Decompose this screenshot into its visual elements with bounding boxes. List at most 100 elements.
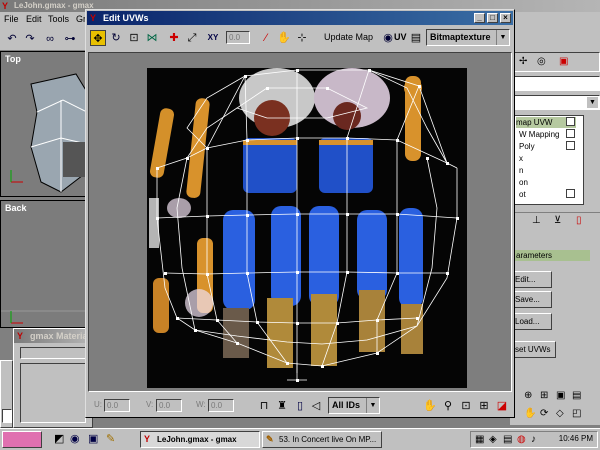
pan-icon[interactable]: ✋ <box>422 398 438 414</box>
object-name-field[interactable] <box>514 76 600 91</box>
close-button[interactable]: × <box>500 13 511 23</box>
clock[interactable]: 10:46 PM <box>559 434 593 443</box>
chevron-down-icon[interactable]: ▼ <box>366 398 379 413</box>
taskbar-item-media-player[interactable]: ✎ 53. In Concert live On MP... <box>262 431 382 448</box>
maximize-button[interactable]: □ <box>487 13 498 23</box>
material-slot-area[interactable] <box>20 363 86 423</box>
show-desktop-icon[interactable]: ◩ <box>54 432 64 445</box>
pan-icon[interactable]: ✋ <box>524 408 536 419</box>
viewport-nav-controls: ⊕ ⊞ ▣ ▤ ✋ ⟳ ◇ ◰ <box>524 388 600 426</box>
chevron-down-icon[interactable]: ▼ <box>587 97 598 108</box>
taskbar: ◩ ◉ ▣ ✎ Y LeJohn.gmax - gmax ✎ 53. In Co… <box>0 428 600 450</box>
w-label: W: <box>196 400 206 409</box>
zoom-extents-all-icon[interactable]: ▤ <box>572 390 581 401</box>
modifier-stack-item[interactable]: x <box>519 153 523 164</box>
properties-icon[interactable]: ▤ <box>408 30 424 46</box>
falloff-spinner[interactable]: 0.0 <box>226 31 250 44</box>
tray-icon[interactable]: ▦ <box>475 434 484 445</box>
left-edge-field[interactable] <box>2 409 12 423</box>
zoom-all-icon[interactable]: ⊞ <box>540 390 548 401</box>
remove-modifier-icon[interactable]: ▯ <box>576 215 582 226</box>
weld-selected-icon[interactable]: ✋ <box>276 30 292 46</box>
zoom-extents-icon[interactable]: ⊞ <box>476 398 492 414</box>
tray-icon[interactable]: ▤ <box>503 434 512 445</box>
filter-selected-faces-icon[interactable]: ◁ <box>308 398 324 414</box>
viewport-top[interactable]: Top <box>0 51 87 197</box>
uv-texture-islands <box>149 68 459 382</box>
modifier-stack-item[interactable]: Poly <box>519 141 535 152</box>
target-weld-icon[interactable]: ⊹ <box>294 30 310 46</box>
modifier-toggle-checkbox[interactable] <box>566 189 575 198</box>
app-title: LeJohn.gmax - gmax <box>14 1 94 10</box>
media-icon[interactable]: ▣ <box>88 432 98 445</box>
minimize-button[interactable]: _ <box>474 13 485 23</box>
zoom-extents-icon[interactable]: ▣ <box>556 390 565 401</box>
volume-icon[interactable]: ♪ <box>531 434 536 445</box>
mirror-icon[interactable]: ⋈ <box>144 30 160 46</box>
v-spinner[interactable]: 0.0 <box>156 399 182 412</box>
lock-selection-icon[interactable]: ⊓ <box>256 398 272 414</box>
left-edge-panel <box>0 360 13 428</box>
taskbar-item-gmax[interactable]: Y LeJohn.gmax - gmax <box>140 431 260 448</box>
menu-tools[interactable]: Tools <box>48 14 69 24</box>
reset-uvws-button[interactable]: set UVWs <box>510 341 556 358</box>
unlink-icon[interactable]: ⊶ <box>62 31 78 47</box>
id-filter-dropdown[interactable]: All IDs ▼ <box>328 397 380 414</box>
taskbar-item-label: 53. In Concert live On MP... <box>279 435 377 444</box>
redo-icon[interactable]: ↷ <box>22 31 38 47</box>
undo-icon[interactable]: ↶ <box>4 31 20 47</box>
hide-icon[interactable]: ♜ <box>274 398 290 414</box>
w-spinner[interactable]: 0.0 <box>208 399 234 412</box>
start-button[interactable] <box>2 431 42 448</box>
expand-selection-icon[interactable]: ✚ <box>166 30 182 46</box>
motion-icon[interactable]: ◎ <box>537 56 546 67</box>
rotate-icon[interactable]: ↻ <box>108 30 124 46</box>
edit-button[interactable]: Edit... <box>510 271 552 288</box>
zoom-icon[interactable]: ⚲ <box>440 398 456 414</box>
modifier-stack-item[interactable]: W Mapping <box>519 129 559 140</box>
scale-icon[interactable]: ⊡ <box>126 30 142 46</box>
break-icon[interactable]: ⁄ <box>258 30 274 46</box>
modifier-stack-item[interactable]: ot <box>519 189 526 200</box>
viewport-back[interactable]: Back <box>0 200 87 328</box>
show-end-result-icon[interactable]: ⊻ <box>554 215 561 226</box>
modifier-list-dropdown[interactable]: ▼ <box>514 95 600 110</box>
save-button[interactable]: Save... <box>510 291 552 308</box>
zoom-icon[interactable]: ⊕ <box>524 390 532 401</box>
u-spinner[interactable]: 0.0 <box>104 399 130 412</box>
zoom-region-icon[interactable]: ⊡ <box>458 398 474 414</box>
zoom-selected-icon[interactable]: ◪ <box>494 398 510 414</box>
update-map-button[interactable]: Update Map <box>324 32 373 42</box>
tray-icon[interactable]: ◈ <box>489 434 497 445</box>
rollout-title[interactable]: arameters <box>514 250 590 261</box>
move-icon[interactable]: ✥ <box>90 30 106 46</box>
texture-dropdown-value: Bitmaptexture <box>430 32 491 42</box>
modifier-stack-item[interactable]: n <box>519 165 523 176</box>
field-of-view-icon[interactable]: ◇ <box>556 408 564 419</box>
uvw-edit-canvas[interactable] <box>88 52 512 392</box>
menu-edit[interactable]: Edit <box>26 14 42 24</box>
modifier-toggle-checkbox[interactable] <box>566 141 575 150</box>
arc-rotate-icon[interactable]: ⟳ <box>540 408 548 419</box>
tray-icon[interactable]: ◍ <box>517 434 526 445</box>
texture-map <box>147 68 467 388</box>
texture-dropdown[interactable]: Bitmaptexture ▼ <box>426 29 510 46</box>
modifier-stack-item[interactable]: on <box>519 177 528 188</box>
utilities-icon[interactable]: ▣ <box>559 56 568 67</box>
material-editor-title-bar: Y gmax Materia <box>14 329 92 343</box>
browser-icon[interactable]: ◉ <box>70 432 80 445</box>
modifier-toggle-checkbox[interactable] <box>566 117 575 126</box>
freeze-icon[interactable]: ▯ <box>292 398 308 414</box>
maximize-viewport-icon[interactable]: ◰ <box>572 408 581 419</box>
launcher-icon[interactable]: ✎ <box>106 432 115 445</box>
chevron-down-icon[interactable]: ▼ <box>496 30 509 45</box>
hierarchy-icon[interactable]: ✢ <box>519 56 527 67</box>
uv-toggle-button[interactable]: UV <box>394 32 407 42</box>
modifier-toggle-checkbox[interactable] <box>566 129 575 138</box>
menu-file[interactable]: File <box>4 14 19 24</box>
falloff-icon[interactable]: ⤢ <box>184 30 200 46</box>
link-icon[interactable]: ∞ <box>42 31 58 47</box>
falloff-type-icon[interactable]: XY <box>202 30 224 46</box>
load-button[interactable]: Load... <box>510 313 552 330</box>
pin-stack-icon[interactable]: ⊥ <box>532 215 541 226</box>
